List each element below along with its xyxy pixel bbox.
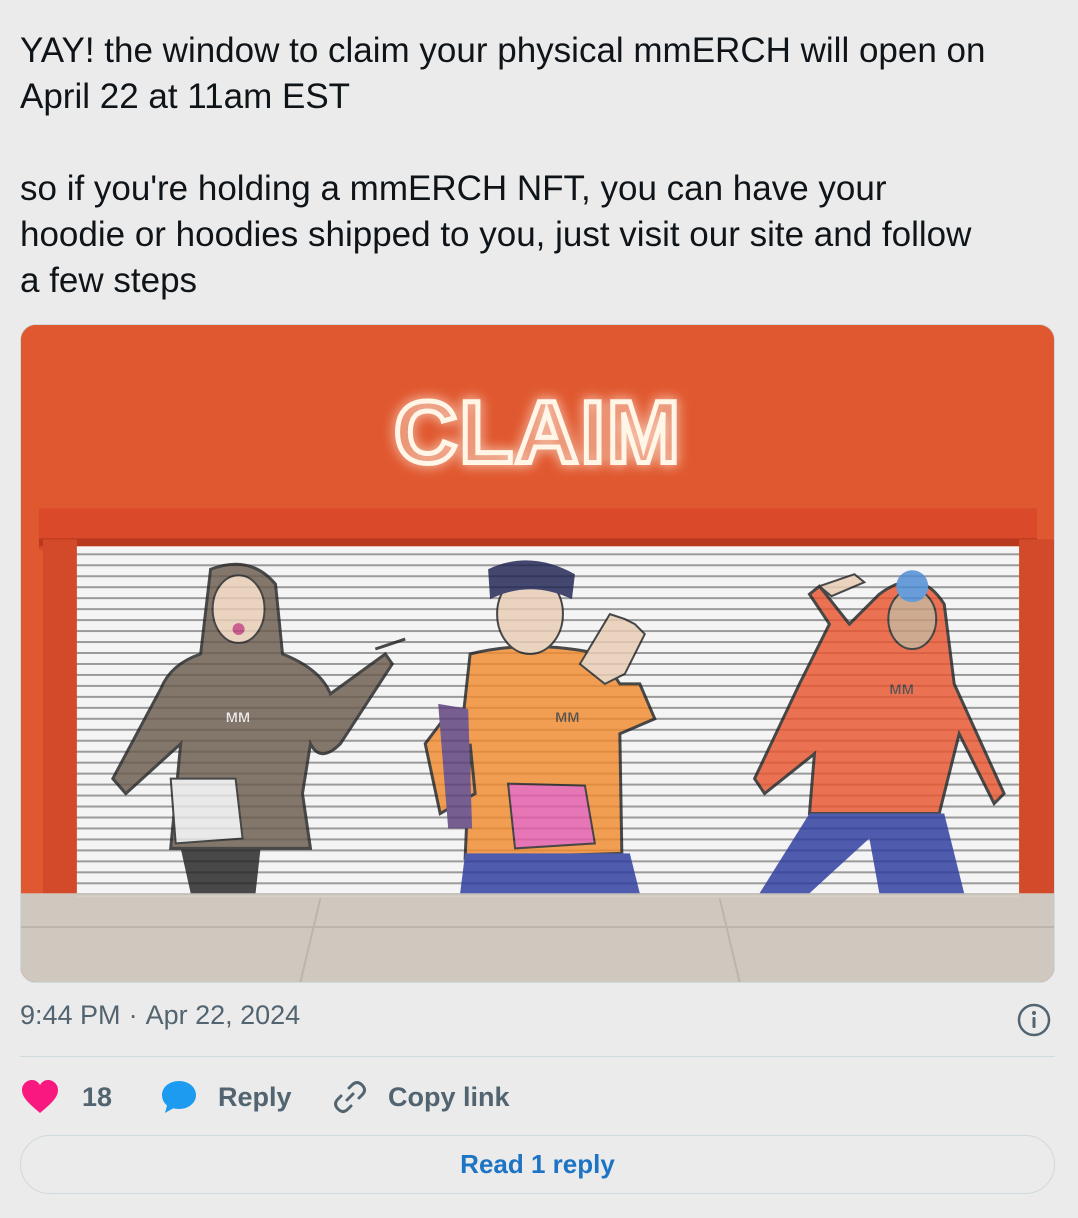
tweet-text-line: so if you're holding a mmERCH NFT, you c… bbox=[20, 169, 887, 208]
info-icon[interactable] bbox=[1016, 1002, 1052, 1038]
tweet-text-line: hoodie or hoodies shipped to you, just v… bbox=[20, 215, 972, 254]
tweet-actions: 18 Reply Copy link bbox=[20, 1074, 1055, 1120]
speech-bubble-icon bbox=[162, 1081, 196, 1113]
divider bbox=[20, 1056, 1055, 1057]
tweet-media-image[interactable]: CLAIM ᴍᴍ ᴍᴍ ᴍᴍ bbox=[20, 324, 1055, 983]
tweet-text-line: a few steps bbox=[20, 261, 198, 300]
like-button[interactable]: 18 bbox=[20, 1074, 112, 1120]
tweet-card: YAY! the window to claim your physical m… bbox=[0, 0, 1078, 1218]
claim-storefront-illustration: CLAIM ᴍᴍ ᴍᴍ ᴍᴍ bbox=[21, 325, 1054, 982]
tweet-date: Apr 22, 2024 bbox=[145, 1000, 301, 1030]
reply-label: Reply bbox=[218, 1081, 292, 1112]
tweet-timestamp[interactable]: 9:44 PM · Apr 22, 2024 bbox=[20, 1000, 300, 1031]
claim-neon-sign: CLAIM bbox=[394, 384, 682, 482]
link-icon bbox=[334, 1081, 366, 1113]
tweet-text-line: April 22 at 11am EST bbox=[20, 77, 351, 116]
door-frame-right bbox=[1019, 539, 1054, 899]
heart-icon bbox=[22, 1080, 58, 1113]
tweet-text-line: YAY! the window to claim your physical m… bbox=[20, 31, 986, 70]
copy-link-button[interactable]: Copy link bbox=[332, 1074, 510, 1120]
read-replies-label: Read 1 reply bbox=[460, 1149, 615, 1179]
like-count: 18 bbox=[82, 1081, 113, 1112]
tweet-text: YAY! the window to claim your physical m… bbox=[20, 28, 1070, 304]
separator-dot: · bbox=[128, 1000, 138, 1030]
door-frame-left bbox=[42, 539, 77, 899]
copy-link-label: Copy link bbox=[388, 1081, 510, 1112]
sidewalk bbox=[21, 893, 1054, 982]
tweet-time: 9:44 PM bbox=[20, 1000, 121, 1030]
reply-button[interactable]: Reply bbox=[160, 1074, 292, 1120]
read-replies-button[interactable]: Read 1 reply bbox=[20, 1135, 1055, 1194]
